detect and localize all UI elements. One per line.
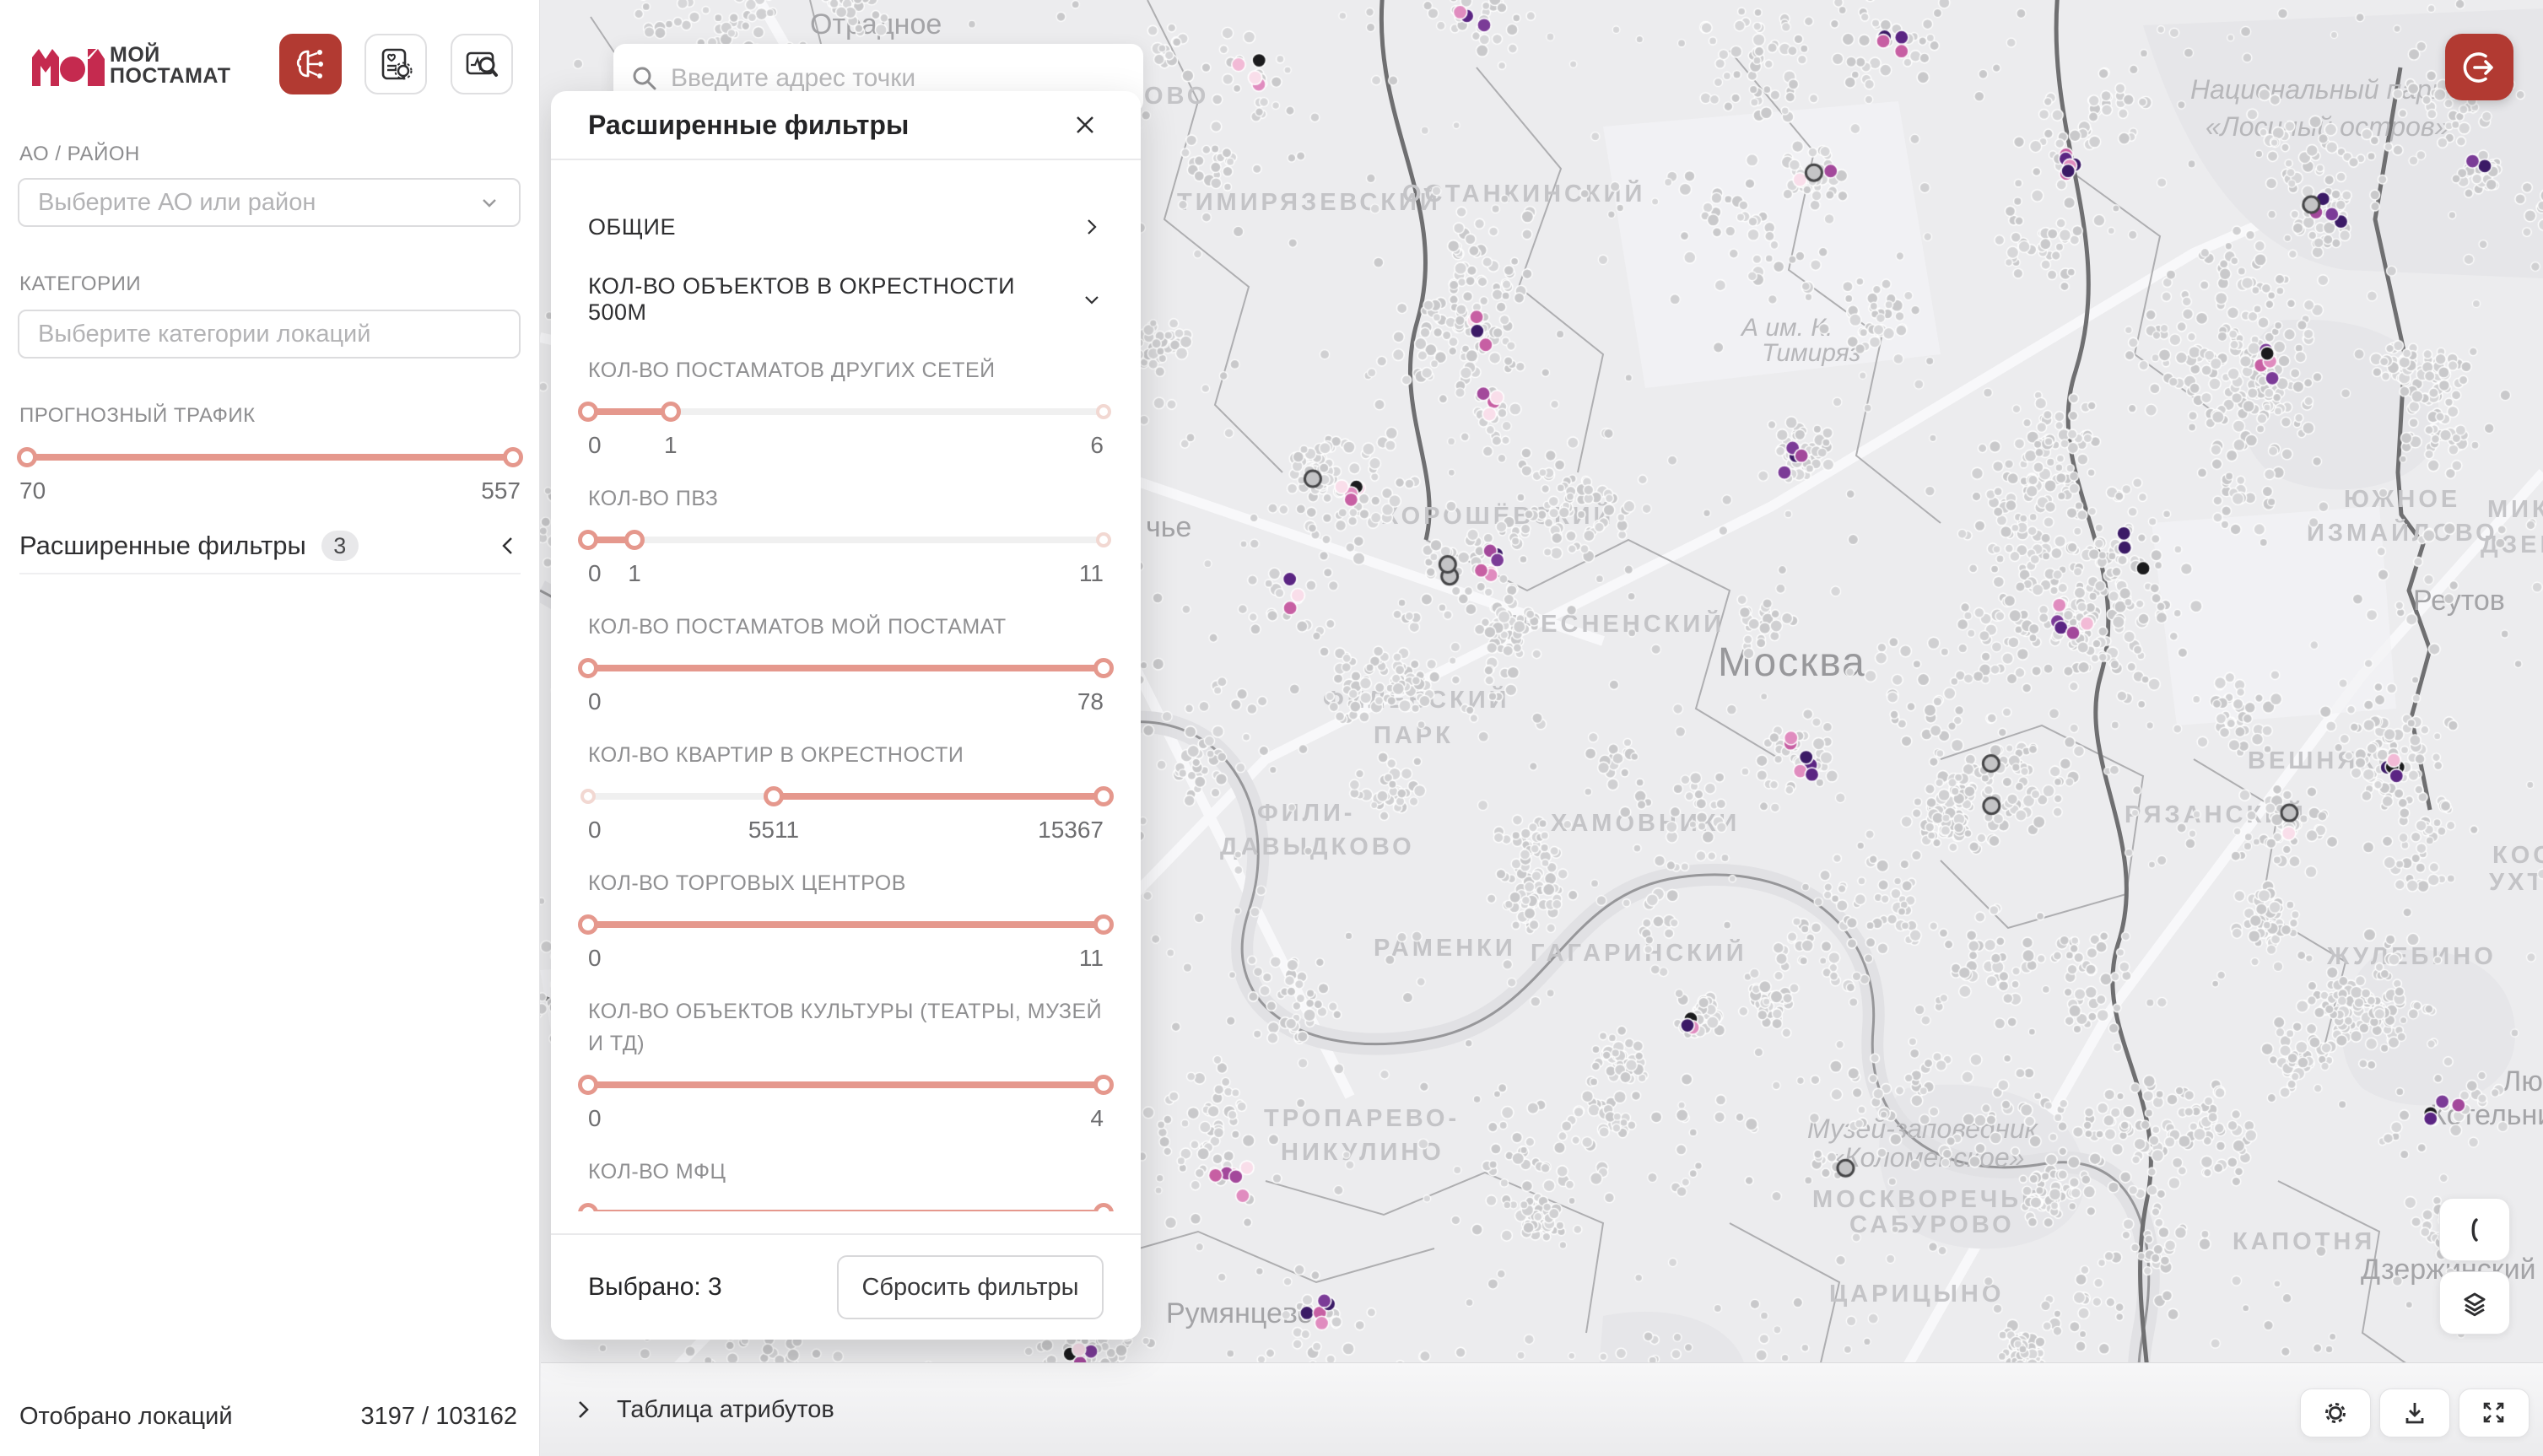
attribute-table-label: Таблица атрибутов	[617, 1396, 834, 1424]
search-icon	[630, 64, 659, 93]
slider-min-handle[interactable]	[578, 914, 598, 935]
pulse-magnifier-icon	[462, 45, 501, 84]
slider-label: КОЛ-ВО МФЦ	[588, 1156, 1103, 1188]
document-gear-icon	[376, 45, 415, 84]
filter-section-collapsed[interactable]: ОБЩИЕ	[588, 191, 1104, 263]
slider-rail-end	[1096, 404, 1111, 419]
filter-slider-group: КОЛ-ВО ОБЪЕКТОВ КУЛЬТУРЫ (ТЕАТРЫ, МУЗЕЙ …	[588, 995, 1104, 1132]
slider-min-handle[interactable]	[578, 1075, 598, 1095]
filter-count-badge: 3	[321, 531, 359, 561]
brand-logo-text: МОЙПОСТАМАТ	[110, 45, 231, 87]
brand-logo-icon	[32, 47, 105, 86]
ao-district-label: АО / РАЙОН	[19, 143, 140, 166]
chevron-left-icon	[495, 533, 521, 558]
filter-sections: ОБЩИЕ КОЛ-ВО ОБЪЕКТОВ В ОКРЕСТНОСТИ 500М	[588, 191, 1104, 336]
crescent-moon-icon	[2458, 1213, 2492, 1247]
traffic-slider-min-handle[interactable]	[17, 447, 37, 467]
slider-label: КОЛ-ВО ОБЪЕКТОВ КУЛЬТУРЫ (ТЕАТРЫ, МУЗЕЙ …	[588, 995, 1103, 1060]
slider-min-handle[interactable]	[578, 402, 598, 422]
range-slider[interactable]	[588, 402, 1104, 422]
slider-max-handle[interactable]	[661, 402, 681, 422]
filter-slider-group: КОЛ-ВО ПОСТАМАТОВ ДРУГИХ СЕТЕЙ 016	[588, 354, 1104, 459]
slider-label: КОЛ-ВО ПОСТАМАТОВ ДРУГИХ СЕТЕЙ	[588, 354, 1103, 386]
slider-values: 0111	[588, 560, 1104, 587]
filter-slider-group: КОЛ-ВО ПОСТАМАТОВ МОЙ ПОСТАМАТ 078	[588, 611, 1104, 715]
slider-min-handle[interactable]	[578, 658, 598, 678]
map-settings-button[interactable]	[2300, 1389, 2371, 1437]
gear-icon	[2319, 1396, 2352, 1430]
filter-slider-group: КОЛ-ВО ПВЗ 0111	[588, 483, 1104, 587]
filter-slider-group: КОЛ-ВО МФЦ03	[588, 1156, 1104, 1211]
range-slider[interactable]	[588, 1075, 1104, 1095]
slider-max-handle[interactable]	[1093, 1203, 1114, 1211]
slider-max-handle[interactable]	[624, 530, 645, 550]
filter-section-expanded[interactable]: КОЛ-ВО ОБЪЕКТОВ В ОКРЕСТНОСТИ 500М	[588, 263, 1104, 336]
search-placeholder: Введите адрес точки	[671, 64, 915, 93]
reset-filters-button[interactable]: Сбросить фильтры	[837, 1255, 1104, 1319]
ao-district-select[interactable]: Выберите АО или район	[18, 178, 521, 227]
range-slider[interactable]	[588, 1203, 1104, 1211]
chevron-down-icon	[1080, 288, 1104, 311]
filter-section-label: КОЛ-ВО ОБЪЕКТОВ В ОКРЕСТНОСТИ 500М	[588, 273, 1080, 326]
attribute-table-bar: Таблица атрибутов	[541, 1362, 2543, 1456]
slider-min-handle[interactable]	[578, 530, 598, 550]
slider-label: КОЛ-ВО ПВЗ	[588, 483, 1103, 515]
slider-values: 011	[588, 945, 1104, 972]
slider-label: КОЛ-ВО ТОРГОВЫХ ЦЕНТРОВ	[588, 867, 1103, 899]
analytics-search-button[interactable]	[451, 34, 513, 94]
fullscreen-button[interactable]	[2459, 1389, 2530, 1437]
traffic-label: ПРОГНОЗНЫЙ ТРАФИК	[19, 404, 256, 428]
chevron-right-icon	[1080, 215, 1104, 239]
slider-max-handle[interactable]	[1093, 658, 1114, 678]
report-settings-button[interactable]	[364, 34, 427, 94]
range-slider[interactable]	[588, 658, 1104, 678]
ai-network-button[interactable]	[279, 34, 342, 94]
download-icon	[2398, 1396, 2432, 1430]
close-icon[interactable]	[1066, 106, 1104, 143]
selected-locations-label: Отобрано локаций	[19, 1403, 233, 1431]
advanced-filters-modal: Расширенные фильтры ОБЩИЕ КОЛ-ВО ОБЪЕКТОВ…	[551, 91, 1141, 1340]
slider-values: 04	[588, 1105, 1104, 1132]
app-window: ОтрадноеМоскваРеутовКотельникиЛюберцыДзе…	[0, 0, 2543, 1456]
layers-button[interactable]	[2439, 1271, 2510, 1335]
slider-rail-end	[1096, 532, 1111, 547]
sidebar: МОЙПОСТАМАТ	[0, 0, 540, 1456]
slider-max-handle[interactable]	[1093, 786, 1114, 806]
filter-slider-group: КОЛ-ВО КВАРТИР В ОКРЕСТНОСТИ 0551115367	[588, 739, 1104, 844]
range-slider[interactable]	[588, 786, 1104, 806]
layers-icon	[2456, 1285, 2493, 1322]
logout-icon	[2460, 48, 2499, 87]
chevron-right-icon[interactable]	[571, 1398, 595, 1421]
slider-values: 0551115367	[588, 817, 1104, 844]
slider-min-handle[interactable]	[578, 1203, 598, 1211]
slider-label: КОЛ-ВО ПОСТАМАТОВ МОЙ ПОСТАМАТ	[588, 611, 1103, 643]
slider-label: КОЛ-ВО КВАРТИР В ОКРЕСТНОСТИ	[588, 739, 1103, 771]
filter-sliders: КОЛ-ВО ПОСТАМАТОВ ДРУГИХ СЕТЕЙ016КОЛ-ВО …	[588, 354, 1104, 1211]
range-slider[interactable]	[588, 914, 1104, 935]
slider-min-handle[interactable]	[764, 786, 784, 806]
filter-section-label: ОБЩИЕ	[588, 214, 676, 240]
download-button[interactable]	[2379, 1389, 2450, 1437]
slider-rail-end	[580, 789, 596, 804]
traffic-slider[interactable]: 70 557	[19, 447, 521, 504]
selected-count-label: Выбрано: 3	[588, 1273, 722, 1302]
logout-button[interactable]	[2445, 34, 2513, 100]
categories-label: КАТЕГОРИИ	[19, 272, 141, 296]
slider-max-handle[interactable]	[1093, 914, 1114, 935]
dark-mode-button[interactable]	[2439, 1198, 2510, 1261]
slider-values: 016	[588, 432, 1104, 459]
selected-locations-value: 3197 / 103162	[361, 1403, 517, 1431]
chevron-down-icon	[478, 191, 500, 213]
range-slider[interactable]	[588, 530, 1104, 550]
brain-network-icon	[291, 45, 330, 84]
traffic-slider-max-handle[interactable]	[503, 447, 523, 467]
categories-select[interactable]: Выберите категории локаций	[18, 310, 521, 359]
modal-title: Расширенные фильтры	[588, 110, 909, 141]
slider-values: 078	[588, 688, 1104, 715]
advanced-filters-toggle[interactable]: Расширенные фильтры 3	[19, 529, 521, 563]
slider-max-handle[interactable]	[1093, 1075, 1114, 1095]
expand-icon	[2477, 1396, 2511, 1430]
filter-slider-group: КОЛ-ВО ТОРГОВЫХ ЦЕНТРОВ 011	[588, 867, 1104, 972]
